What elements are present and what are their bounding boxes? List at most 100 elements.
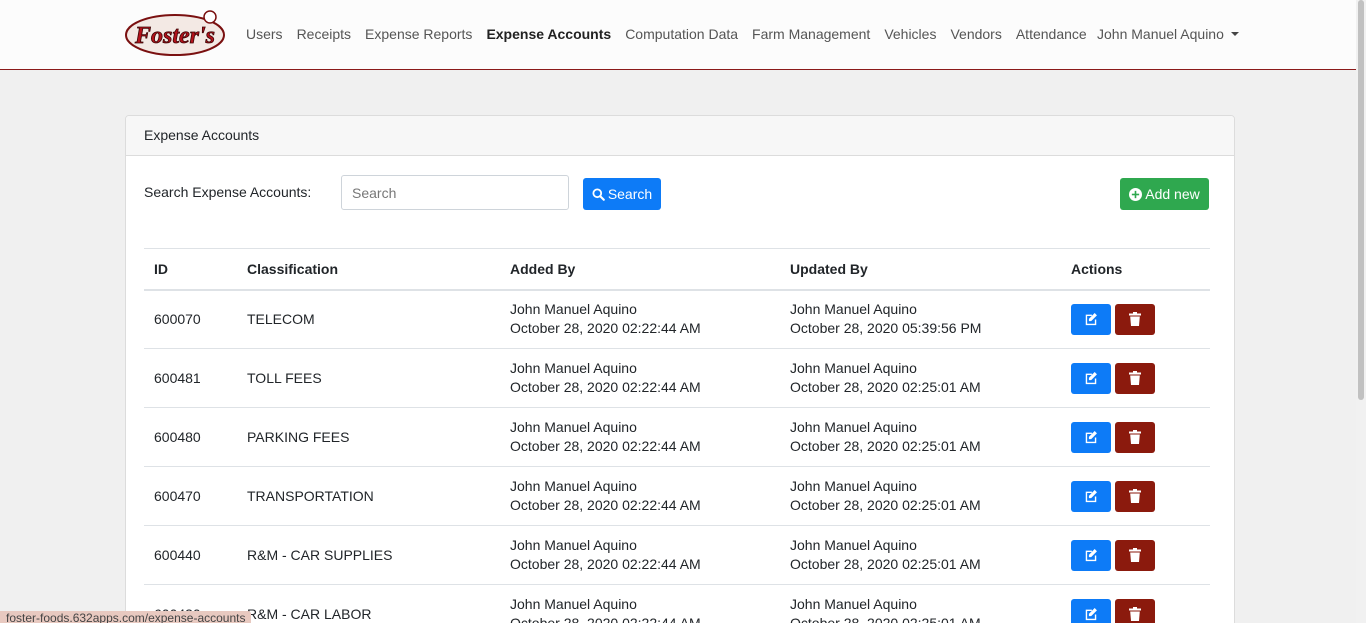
table-row: 600480 PARKING FEES John Manuel Aquino Octo… <box>144 407 1210 467</box>
scrollbar-thumb[interactable] <box>1358 0 1364 400</box>
nav-link-attendance[interactable]: Attendance <box>1009 26 1094 42</box>
header-actions: Actions <box>1061 248 1210 291</box>
caret-down-icon <box>1230 32 1239 36</box>
delete-button[interactable] <box>1115 421 1155 453</box>
cell-actions <box>1061 466 1210 526</box>
nav-link-vendors[interactable]: Vendors <box>943 26 1008 42</box>
updated-by-name: John Manuel Aquino <box>790 596 917 612</box>
updated-at: October 28, 2020 02:25:01 AM <box>790 438 981 454</box>
cell-actions <box>1061 289 1210 349</box>
user-name: John Manuel Aquino <box>1097 26 1224 42</box>
added-by-name: John Manuel Aquino <box>510 419 637 435</box>
cell-added-by: John Manuel Aquino October 28, 2020 02:22… <box>500 525 780 585</box>
header-added-by: Added By <box>500 248 780 291</box>
cell-actions <box>1061 348 1210 408</box>
plus-circle-icon <box>1129 187 1143 201</box>
header-classification: Classification <box>237 248 500 291</box>
edit-button[interactable] <box>1071 480 1111 512</box>
search-icon <box>592 187 605 201</box>
edit-button[interactable] <box>1071 303 1111 335</box>
add-new-button[interactable]: Add new <box>1120 178 1209 210</box>
added-by-name: John Manuel Aquino <box>510 360 637 376</box>
nav-link-computation-data[interactable]: Computation Data <box>618 26 745 42</box>
nav-link-expense-reports[interactable]: Expense Reports <box>358 26 479 42</box>
search-button[interactable]: Search <box>583 178 661 210</box>
added-at: October 28, 2020 02:22:44 AM <box>510 556 701 572</box>
search-input[interactable] <box>341 175 569 210</box>
nav-link-expense-accounts[interactable]: Expense Accounts <box>479 26 618 42</box>
search-label: Search Expense Accounts: <box>144 184 312 200</box>
edit-icon <box>1084 430 1098 444</box>
page-scrollbar[interactable] <box>1356 0 1366 623</box>
nav-link-vehicles[interactable]: Vehicles <box>877 26 943 42</box>
delete-button[interactable] <box>1115 303 1155 335</box>
added-by-name: John Manuel Aquino <box>510 596 637 612</box>
cell-added-by: John Manuel Aquino October 28, 2020 02:22… <box>500 466 780 526</box>
cell-classification: R&M - CAR SUPPLIES <box>237 525 500 585</box>
top-navbar: Foster's Users Receipts Expense Reports Exp… <box>0 0 1356 70</box>
svg-text:Foster's: Foster's <box>134 23 215 49</box>
delete-button[interactable] <box>1115 598 1155 623</box>
trash-icon <box>1129 371 1141 385</box>
table-row: 600440 R&M - CAR SUPPLIES John Manuel Aqui… <box>144 525 1210 585</box>
nav-link-users[interactable]: Users <box>239 26 290 42</box>
trash-icon <box>1129 430 1141 444</box>
added-at: October 28, 2020 02:22:44 AM <box>510 320 701 337</box>
updated-at: October 28, 2020 02:25:01 AM <box>790 497 981 513</box>
updated-by-name: John Manuel Aquino <box>790 537 917 553</box>
cell-id: 600470 <box>144 466 237 526</box>
cell-id: 600070 <box>144 289 237 349</box>
edit-icon <box>1084 548 1098 562</box>
nav-link-receipts[interactable]: Receipts <box>290 26 358 42</box>
cell-added-by: John Manuel Aquino October 28, 2020 02:22… <box>500 348 780 408</box>
edit-button[interactable] <box>1071 421 1111 453</box>
added-by-name: John Manuel Aquino <box>510 537 637 553</box>
added-by-name: John Manuel Aquino <box>510 478 637 494</box>
edit-icon <box>1084 607 1098 621</box>
cell-id: 600481 <box>144 348 237 408</box>
updated-by-name: John Manuel Aquino <box>790 301 917 318</box>
cell-updated-by: John Manuel Aquino October 28, 2020 02:25… <box>780 525 1061 585</box>
fosters-logo[interactable]: Foster's <box>124 8 226 60</box>
trash-icon <box>1129 489 1141 503</box>
cell-id: 600440 <box>144 525 237 585</box>
edit-button[interactable] <box>1071 598 1111 623</box>
expense-accounts-card: Expense Accounts Search Expense Accounts… <box>125 115 1235 623</box>
cell-added-by: John Manuel Aquino October 28, 2020 02:22… <box>500 289 780 349</box>
delete-button[interactable] <box>1115 480 1155 512</box>
cell-updated-by: John Manuel Aquino October 28, 2020 05:39… <box>780 289 1061 349</box>
updated-by-name: John Manuel Aquino <box>790 360 917 376</box>
table-row: 600430R&M - CAR LABORJohn Manuel AquinoO… <box>144 584 1210 623</box>
trash-icon <box>1129 312 1141 327</box>
nav-link-farm-management[interactable]: Farm Management <box>745 26 877 42</box>
user-menu[interactable]: John Manuel Aquino <box>1097 0 1239 68</box>
card-title: Expense Accounts <box>126 116 1234 156</box>
cell-actions <box>1061 584 1210 623</box>
expense-accounts-table: ID Classification Added By Updated By Ac… <box>144 248 1210 623</box>
table-header-row: ID Classification Added By Updated By Ac… <box>144 248 1210 291</box>
edit-button[interactable] <box>1071 539 1111 571</box>
cell-updated-by: John Manuel Aquino October 28, 2020 02:25… <box>780 407 1061 467</box>
cell-actions <box>1061 525 1210 585</box>
added-at: October 28, 2020 02:22:44 AM <box>510 497 701 513</box>
table-row: 600070 TELECOM John Manuel Aquino October 2… <box>144 289 1210 349</box>
header-updated-by: Updated By <box>780 248 1061 291</box>
search-button-label: Search <box>607 186 653 202</box>
added-at: October 28, 2020 02:22:44 AM <box>510 615 701 623</box>
cell-classification: PARKING FEES <box>237 407 500 467</box>
cell-updated-by: John Manuel Aquino October 28, 2020 02:25… <box>780 584 1061 623</box>
header-id: ID <box>144 248 237 291</box>
trash-icon <box>1129 607 1141 621</box>
cell-classification: TOLL FEES <box>237 348 500 408</box>
updated-by-name: John Manuel Aquino <box>790 478 917 494</box>
cell-actions <box>1061 407 1210 467</box>
edit-button[interactable] <box>1071 362 1111 394</box>
delete-button[interactable] <box>1115 362 1155 394</box>
edit-icon <box>1084 489 1098 503</box>
updated-at: October 28, 2020 05:39:56 PM <box>790 320 982 337</box>
delete-button[interactable] <box>1115 539 1155 571</box>
cell-classification: TELECOM <box>237 289 500 349</box>
table-row: 600481 TOLL FEES John Manuel Aquino October… <box>144 348 1210 408</box>
added-by-name: John Manuel Aquino <box>510 301 637 318</box>
table-row: 600470 TRANSPORTATION John Manuel Aquino Oc… <box>144 466 1210 526</box>
